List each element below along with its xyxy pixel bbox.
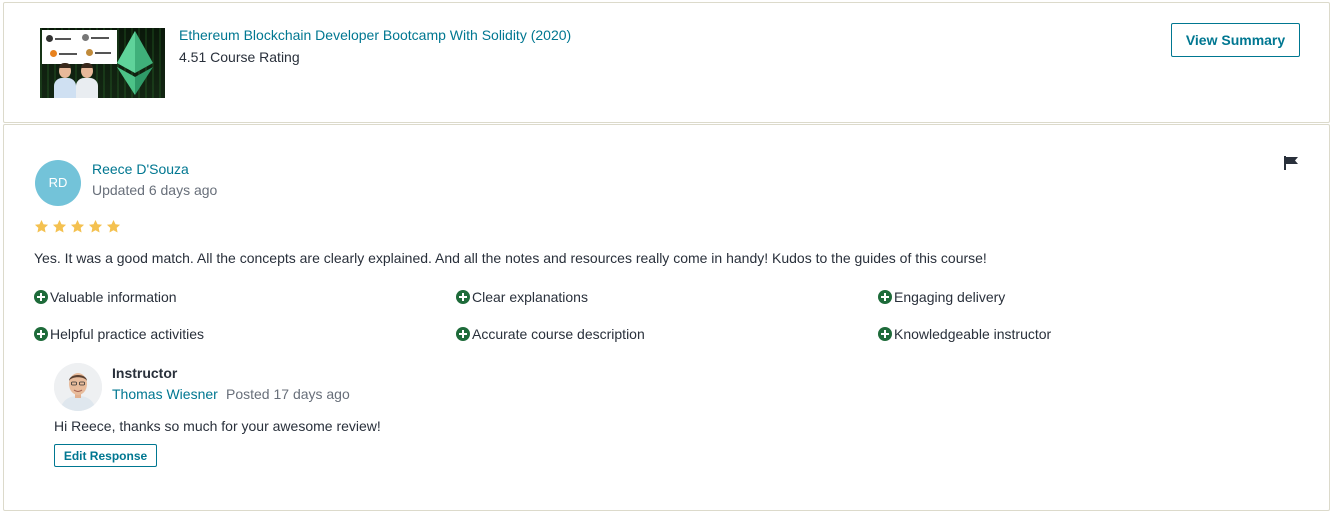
edit-response-button[interactable]: Edit Response xyxy=(54,444,157,467)
review-tag-label: Valuable information xyxy=(50,289,177,305)
review-tag: Knowledgeable instructor xyxy=(878,326,1051,342)
star-icon xyxy=(88,219,103,233)
review-tag-label: Engaging delivery xyxy=(894,289,1006,305)
review-tag: Helpful practice activities xyxy=(34,326,204,342)
reviewer-avatar: RD xyxy=(35,160,81,206)
plus-circle-icon xyxy=(34,327,48,341)
course-thumbnail[interactable] xyxy=(40,28,165,98)
course-rating: 4.51 Course Rating xyxy=(179,49,300,65)
course-card: Ethereum Blockchain Developer Bootcamp W… xyxy=(3,2,1330,123)
view-summary-button[interactable]: View Summary xyxy=(1171,23,1300,57)
star-icon xyxy=(70,219,85,233)
instructor-avatar xyxy=(54,363,102,411)
review-updated-time: Updated 6 days ago xyxy=(92,182,218,198)
plus-circle-icon xyxy=(878,290,892,304)
presenter-photo xyxy=(54,62,76,98)
ethereum-logo-icon xyxy=(117,31,153,95)
plus-circle-icon xyxy=(34,290,48,304)
response-posted-time: Posted 17 days ago xyxy=(226,386,350,402)
review-tag: Accurate course description xyxy=(456,326,645,342)
presenter-photo xyxy=(76,62,98,98)
review-tag-label: Knowledgeable instructor xyxy=(894,326,1052,342)
instructor-photo xyxy=(54,363,102,411)
response-text: Hi Reece, thanks so much for your awesom… xyxy=(54,418,381,434)
star-icon xyxy=(52,219,67,233)
course-title-link[interactable]: Ethereum Blockchain Developer Bootcamp W… xyxy=(179,27,571,43)
star-icon xyxy=(34,219,49,233)
review-tag-label: Helpful practice activities xyxy=(50,326,205,342)
review-tag: Engaging delivery xyxy=(878,289,1005,305)
review-tag: Clear explanations xyxy=(456,289,588,305)
plus-circle-icon xyxy=(878,327,892,341)
star-icon xyxy=(106,219,121,233)
plus-circle-icon xyxy=(456,327,470,341)
instructor-name[interactable]: Thomas Wiesner xyxy=(112,386,218,402)
review-card: RD Reece D'Souza Updated 6 days ago Yes.… xyxy=(3,124,1330,511)
star-rating xyxy=(34,219,124,235)
plus-circle-icon xyxy=(456,290,470,304)
review-tag-label: Clear explanations xyxy=(472,289,588,305)
instructor-label: Instructor xyxy=(112,365,178,381)
thumbnail-logos xyxy=(42,30,117,64)
flag-icon[interactable] xyxy=(1283,156,1299,170)
review-tag: Valuable information xyxy=(34,289,177,305)
review-tag-label: Accurate course description xyxy=(472,326,645,342)
reviewer-name[interactable]: Reece D'Souza xyxy=(92,161,189,177)
review-text: Yes. It was a good match. All the concep… xyxy=(34,250,987,266)
